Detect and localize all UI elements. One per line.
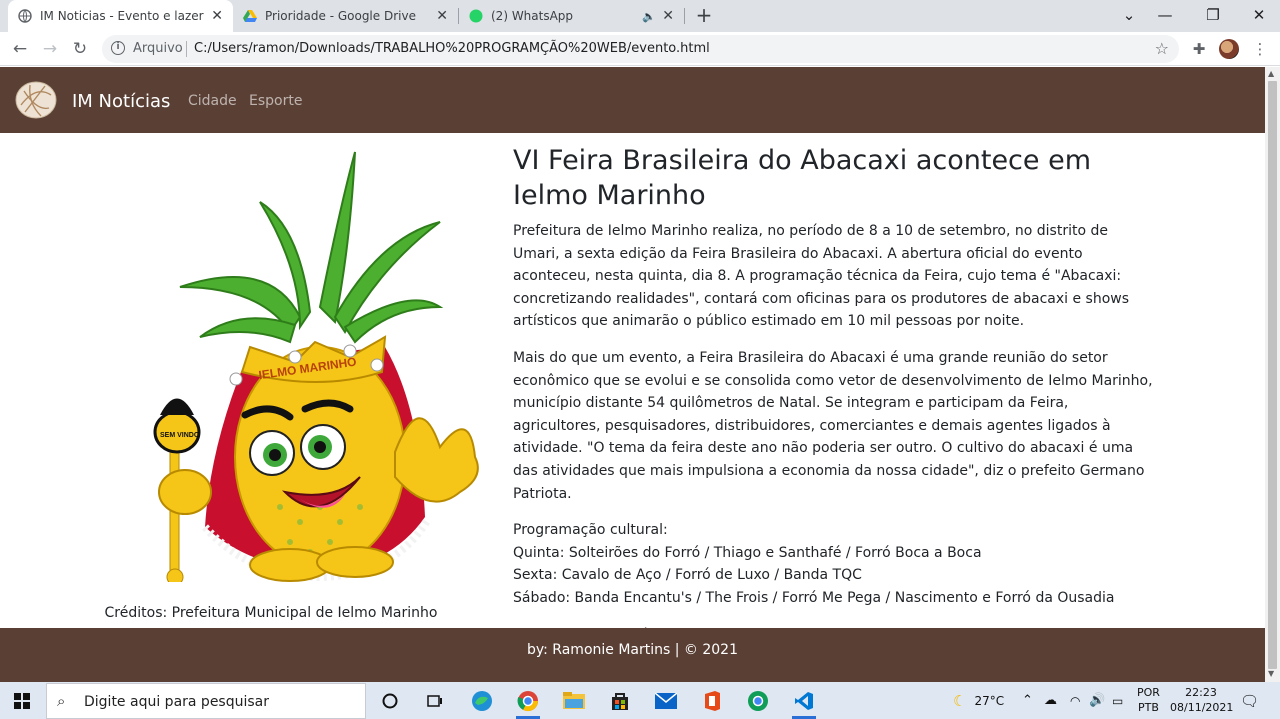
windows-start-icon[interactable] — [14, 693, 30, 709]
whatsapp-icon — [469, 9, 483, 23]
address-bar[interactable]: i Arquivo C:/Users/ramon/Downloads/TRABA… — [102, 35, 1179, 63]
pineapple-mascot-image: IELMO MARINHO SEM VINDO — [153, 151, 479, 582]
schedule-line: Quinta: Solteirões do Forró / Thiago e S… — [513, 544, 982, 561]
close-window-button[interactable]: ✕ — [1236, 0, 1280, 32]
site-logo-icon[interactable] — [15, 81, 57, 119]
extensions-puzzle-icon[interactable]: ✚ — [1188, 38, 1210, 60]
scepter-sign-text: SEM VINDO — [160, 432, 200, 439]
menu-kebab-icon[interactable]: ⋮ — [1249, 38, 1271, 60]
taskbar-search-input[interactable]: ⌕ Digite aqui para pesquisar — [46, 683, 366, 719]
back-arrow-icon[interactable]: ← — [8, 37, 32, 61]
scroll-up-icon[interactable]: ▲ — [1268, 69, 1274, 78]
reload-icon[interactable]: ↻ — [68, 37, 92, 61]
page-scrollbar[interactable]: ▲ ▼ — [1265, 67, 1280, 682]
tab-im-noticias[interactable]: IM Noticias - Evento e lazer ✕ — [8, 0, 233, 32]
notification-icon[interactable]: 🗨 — [1240, 682, 1259, 719]
site-footer: by: Ramonie Martins | © 2021 — [0, 628, 1265, 682]
mail-icon[interactable] — [652, 687, 680, 715]
tab-whatsapp[interactable]: (2) WhatsApp 🔈 ✕ — [459, 0, 684, 32]
scroll-thumb[interactable] — [1268, 81, 1277, 669]
task-view-icon[interactable] — [421, 687, 449, 715]
url-text[interactable]: C:/Users/ramon/Downloads/TRABALHO%20PROG… — [194, 41, 710, 56]
wifi-icon[interactable]: ◠ — [1070, 682, 1080, 719]
site-navbar: IM Notícias Cidade Esporte — [0, 67, 1265, 133]
site-brand[interactable]: IM Notícias — [72, 91, 170, 112]
weather-temp: 27°C — [974, 693, 1005, 708]
forward-arrow-icon[interactable]: → — [38, 37, 62, 61]
keyboard-code: PTB — [1138, 701, 1159, 714]
protocol-label: Arquivo — [133, 41, 183, 56]
edge-icon[interactable] — [468, 687, 496, 715]
page-viewport: IM Notícias Cidade Esporte IELMO MARINHO — [0, 67, 1265, 682]
tab-strip: IM Noticias - Evento e lazer ✕ Prioridad… — [0, 0, 1280, 32]
chrome-profile-icon[interactable] — [744, 687, 772, 715]
tab-google-drive[interactable]: Prioridade - Google Drive ✕ — [233, 0, 458, 32]
nav-link-esporte[interactable]: Esporte — [249, 93, 302, 109]
volume-icon[interactable]: 🔊 — [1089, 682, 1105, 719]
browser-toolbar: ← → ↻ i Arquivo C:/Users/ramon/Downloads… — [0, 32, 1280, 66]
search-placeholder: Digite aqui para pesquisar — [84, 694, 270, 710]
article-title: VI Feira Brasileira do Abacaxi acontece … — [513, 145, 1092, 211]
clock-time: 22:23 — [1185, 686, 1217, 699]
cloud-icon[interactable]: ☁ — [1044, 682, 1057, 719]
schedule-line: Sábado: Banda Encantu's / The Frois / Fo… — [513, 589, 1115, 606]
restore-button[interactable]: ❐ — [1190, 0, 1236, 32]
vscode-icon[interactable] — [790, 687, 818, 719]
close-tab-icon[interactable]: ✕ — [211, 8, 223, 24]
schedule-line: Sexta: Cavalo de Aço / Forró de Luxo / B… — [513, 567, 862, 584]
minimize-button[interactable]: — — [1142, 0, 1188, 32]
profile-avatar[interactable] — [1219, 39, 1239, 59]
divider — [186, 41, 187, 57]
windows-taskbar: ⌕ Digite aqui para pesquisar ☾ 27°C ⌃ ☁ … — [0, 682, 1280, 719]
tab-title: (2) WhatsApp — [491, 9, 574, 23]
file-explorer-icon[interactable] — [560, 687, 588, 715]
news-article: VI Feira Brasileira do Abacaxi acontece … — [513, 143, 1158, 646]
search-icon: ⌕ — [57, 692, 66, 710]
schedule-block: Programação cultural: Quinta: Solteirões… — [513, 519, 1158, 609]
chrome-icon[interactable] — [514, 687, 542, 719]
tab-title: IM Noticias - Evento e lazer — [40, 9, 204, 23]
system-clock[interactable]: 22:23 08/11/2021 — [1170, 685, 1234, 715]
office-icon[interactable] — [698, 687, 726, 715]
input-language[interactable]: POR PTB — [1137, 685, 1160, 715]
tray-overflow-icon[interactable]: ⌃ — [1022, 682, 1033, 719]
lang-code: POR — [1137, 686, 1160, 699]
image-credits: Créditos: Prefeitura Municipal de Ielmo … — [104, 605, 438, 621]
close-tab-icon[interactable]: ✕ — [436, 8, 448, 24]
weather-moon-icon: ☾ — [953, 691, 967, 710]
article-paragraph: Prefeitura de Ielmo Marinho realiza, no … — [513, 223, 1130, 330]
clock-date: 08/11/2021 — [1170, 701, 1234, 714]
store-bag-icon[interactable] — [606, 687, 634, 715]
schedule-heading: Programação cultural: — [513, 522, 668, 539]
weather-widget[interactable]: ☾ 27°C — [953, 682, 1004, 719]
google-drive-icon — [243, 10, 257, 22]
info-icon[interactable]: i — [111, 41, 125, 55]
tab-divider — [684, 8, 685, 24]
tab-title: Prioridade - Google Drive — [265, 9, 416, 23]
speaker-icon[interactable]: 🔈 — [642, 10, 656, 23]
article-paragraph: Mais do que um evento, a Feira Brasileir… — [513, 349, 1153, 502]
bookmark-star-icon[interactable]: ☆ — [1155, 39, 1169, 58]
scroll-down-icon[interactable]: ▼ — [1268, 669, 1274, 678]
close-tab-icon[interactable]: ✕ — [662, 8, 674, 24]
cortana-circle-icon[interactable] — [376, 687, 404, 715]
battery-icon[interactable]: ▭ — [1112, 682, 1123, 719]
nav-link-cidade[interactable]: Cidade — [188, 93, 237, 109]
globe-icon — [18, 9, 32, 23]
footer-text: by: Ramonie Martins | © 2021 — [526, 642, 738, 658]
new-tab-button[interactable]: + — [692, 4, 716, 28]
